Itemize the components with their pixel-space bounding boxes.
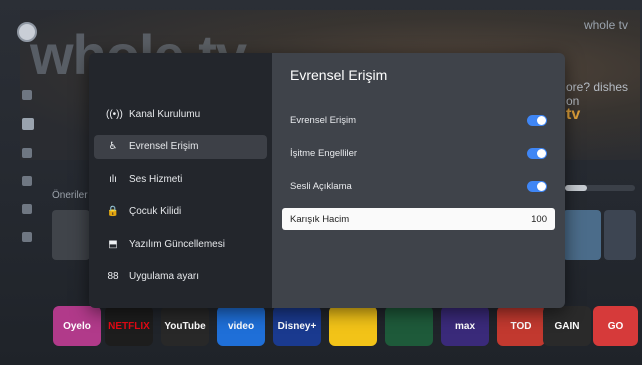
accessibility-icon: ♿ — [108, 141, 118, 152]
app-tile[interactable]: NETFLIX — [105, 306, 153, 346]
section-label: Öneriler — [52, 190, 88, 201]
option-label: Evrensel Erişim — [290, 114, 356, 126]
option-evrensel-erisim[interactable]: Evrensel Erişim — [282, 109, 555, 131]
app-tile[interactable]: Oyelo — [53, 306, 101, 346]
menu-item-cocuk-kilidi[interactable]: 🔒 Çocuk Kilidi — [94, 200, 267, 224]
option-label: Sesli Açıklama — [290, 180, 352, 192]
menu-item-label: Yazılım Güncellemesi — [129, 238, 225, 250]
recommendation-card[interactable] — [604, 210, 636, 260]
panel-title: Evrensel Erişim — [290, 67, 388, 83]
app-tile[interactable]: Disney+ — [273, 306, 321, 346]
app-tile[interactable]: video — [217, 306, 265, 346]
brand-logo: whole tv — [583, 18, 628, 32]
search-icon[interactable] — [22, 90, 32, 100]
app-tile[interactable] — [329, 306, 377, 346]
avatar[interactable] — [17, 22, 37, 42]
menu-item-label: Kanal Kurulumu — [129, 108, 201, 120]
app-tile[interactable]: YouTube — [161, 306, 209, 346]
menu-item-ses-hizmeti[interactable]: ılı Ses Hizmeti — [94, 167, 267, 191]
lock-icon: 🔒 — [106, 206, 120, 217]
option-karisik-hacim[interactable]: Karışık Hacim 100 — [282, 208, 555, 230]
menu-item-kanal-kurulumu[interactable]: ((•)) Kanal Kurulumu — [94, 102, 267, 126]
lock-icon[interactable] — [22, 176, 32, 186]
option-value: 100 — [531, 213, 547, 225]
menu-item-label: Çocuk Kilidi — [129, 206, 182, 217]
settings-dialog: ((•)) Kanal Kurulumu ♿ Evrensel Erişim ı… — [89, 53, 565, 308]
app-tile[interactable]: max — [441, 306, 489, 346]
gear-icon[interactable] — [22, 232, 32, 242]
option-sesli-aciklama[interactable]: Sesli Açıklama — [282, 175, 555, 197]
toggle-switch[interactable] — [527, 180, 547, 192]
carousel-indicator — [565, 185, 635, 191]
tv-icon[interactable] — [22, 148, 32, 158]
menu-item-uygulama-ayari[interactable]: 88 Uygulama ayarı — [94, 265, 267, 289]
home-icon[interactable] — [22, 118, 34, 130]
toggle-switch[interactable] — [527, 114, 547, 126]
recommendation-card[interactable] — [52, 210, 90, 260]
promo-text: ore? dishes on tv — [566, 80, 629, 123]
app-tile[interactable]: GO — [593, 306, 638, 346]
app-tile[interactable]: TOD — [497, 306, 545, 346]
app-row: Oyelo NETFLIX YouTube video Disney+ max … — [53, 300, 642, 360]
app-tile[interactable] — [385, 306, 433, 346]
menu-item-evrensel-erisim[interactable]: ♿ Evrensel Erişim — [94, 134, 267, 159]
antenna-icon: ((•)) — [106, 108, 123, 120]
menu-item-label: Ses Hizmeti — [129, 173, 183, 185]
option-label: Karışık Hacim — [290, 213, 350, 225]
option-label: İşitme Engelliler — [290, 147, 358, 159]
update-icon: ⬒ — [108, 238, 118, 250]
side-nav — [22, 90, 34, 260]
apps-icon[interactable] — [22, 204, 32, 214]
app-tile[interactable]: GAIN — [543, 306, 591, 346]
settings-panel: Evrensel Erişim Evrensel Erişim İşitme E… — [272, 53, 565, 308]
toggle-switch[interactable] — [527, 147, 547, 159]
apps-icon: 88 — [107, 271, 119, 282]
menu-item-label: Uygulama ayarı — [129, 271, 200, 282]
settings-menu: ((•)) Kanal Kurulumu ♿ Evrensel Erişim ı… — [89, 53, 272, 308]
option-isitme-engelliler[interactable]: İşitme Engelliler — [282, 142, 555, 164]
menu-item-yazilim-guncellemesi[interactable]: ⬒ Yazılım Güncellemesi — [94, 232, 267, 256]
sound-icon: ılı — [109, 173, 117, 185]
recommendation-card[interactable] — [563, 210, 601, 260]
menu-item-label: Evrensel Erişim — [129, 141, 199, 152]
